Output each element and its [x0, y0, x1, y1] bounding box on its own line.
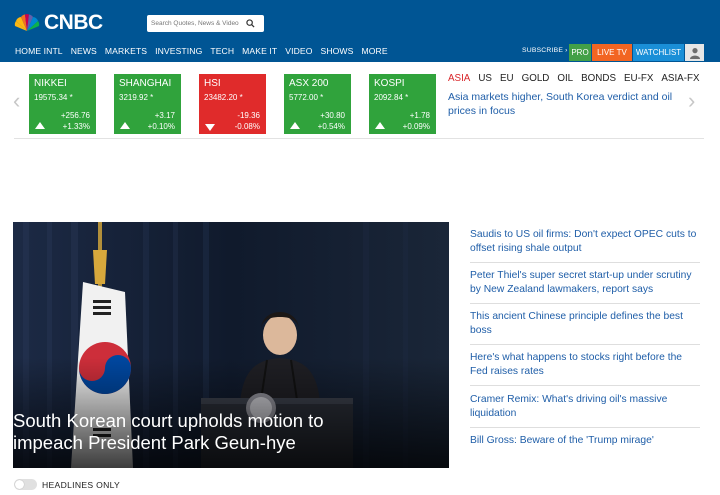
headline-link[interactable]: Here's what happens to stocks right befo…	[470, 351, 700, 379]
ticker-change: +256.76	[60, 111, 90, 120]
nav-item-investing[interactable]: INVESTING	[155, 46, 202, 56]
divider	[14, 138, 704, 139]
headline-link[interactable]: Saudis to US oil firms: Don't expect OPE…	[470, 228, 700, 256]
ticker-price: 2092.84 *	[374, 93, 409, 102]
ticker-asx-200[interactable]: ASX 200 5772.00 * +30.80 +0.54%	[284, 74, 351, 134]
tab-us[interactable]: US	[478, 73, 492, 84]
search-input[interactable]	[147, 16, 243, 31]
headline-link[interactable]: Bill Gross: Beware of the 'Trump mirage'	[470, 434, 700, 448]
cnbc-logo[interactable]: CNBC	[12, 11, 103, 35]
divider	[470, 262, 700, 263]
live-tv-button[interactable]: LIVE TV	[592, 44, 632, 61]
ticker-price: 3219.92 *	[119, 93, 154, 102]
watchlist-button[interactable]: WATCHLIST	[633, 44, 684, 61]
headline-link[interactable]: Peter Thiel's super secret start-up unde…	[470, 269, 700, 297]
headline-link[interactable]: This ancient Chinese principle defines t…	[470, 310, 700, 338]
ticker-name: KOSPI	[374, 78, 405, 89]
ticker-name: HSI	[204, 78, 221, 89]
pro-button[interactable]: PRO	[569, 44, 591, 61]
nav-item-markets[interactable]: MARKETS	[105, 46, 147, 56]
ticker-kospi[interactable]: KOSPI 2092.84 * +1.78 +0.09%	[369, 74, 436, 134]
ticker-nikkei[interactable]: NIKKEI 19575.34 * +256.76 +1.33%	[29, 74, 96, 134]
tab-oil[interactable]: OIL	[557, 73, 573, 84]
tab-eu-fx[interactable]: EU-FX	[624, 73, 653, 84]
tab-asia[interactable]: ASIA	[448, 73, 470, 84]
tab-asia-fx[interactable]: ASIA-FX	[661, 73, 699, 84]
ticker-change: -19.36	[237, 111, 260, 120]
peacock-logo-icon	[14, 14, 40, 31]
ticker-name: NIKKEI	[34, 78, 67, 89]
ticker-shanghai[interactable]: SHANGHAI 3219.92 * +3.17 +0.10%	[114, 74, 181, 134]
ticker-percent: +0.09%	[402, 122, 430, 131]
market-headline-link[interactable]: Asia markets higher, South Korea verdict…	[448, 90, 686, 118]
tab-eu[interactable]: EU	[500, 73, 514, 84]
market-region-tabs: ASIA US EU GOLD OIL BONDS EU-FX ASIA-FX	[448, 73, 708, 84]
ticker-price: 19575.34 *	[34, 93, 73, 102]
nav-item-news[interactable]: NEWS	[71, 46, 97, 56]
up-arrow-icon	[35, 122, 45, 129]
nav-item-home-intl[interactable]: HOME INTL	[15, 46, 63, 56]
up-arrow-icon	[290, 122, 300, 129]
up-arrow-icon	[120, 122, 130, 129]
ticker-name: SHANGHAI	[119, 78, 172, 89]
ticker-percent: +1.33%	[62, 122, 90, 131]
ticker-percent: -0.08%	[234, 122, 260, 131]
ticker-price: 5772.00 *	[289, 93, 324, 102]
divider	[470, 303, 700, 304]
user-icon	[689, 47, 700, 59]
ticker-change: +1.78	[409, 111, 430, 120]
toggle-knob	[15, 480, 24, 489]
ticker-hsi[interactable]: HSI 23482.20 * -19.36 -0.08%	[199, 74, 266, 134]
markets-next-arrow[interactable]: ›	[688, 88, 695, 114]
main-nav: HOME INTL NEWS MARKETS INVESTING TECH MA…	[15, 46, 396, 56]
down-arrow-icon	[205, 124, 215, 131]
ticker-price: 23482.20 *	[204, 93, 243, 102]
ticker-name: ASX 200	[289, 78, 329, 89]
nav-item-video[interactable]: VIDEO	[285, 46, 312, 56]
tab-bonds[interactable]: BONDS	[581, 73, 616, 84]
logo-wordmark: CNBC	[44, 11, 103, 34]
divider	[470, 427, 700, 428]
hero-headline[interactable]: South Korean court upholds motion to imp…	[13, 410, 393, 454]
nav-item-tech[interactable]: TECH	[210, 46, 234, 56]
headlines-only-toggle[interactable]	[14, 479, 37, 490]
headline-link[interactable]: Cramer Remix: What's driving oil's massi…	[470, 393, 700, 421]
divider	[470, 385, 700, 386]
ticker-percent: +0.10%	[147, 122, 175, 131]
ticker-change: +3.17	[154, 111, 175, 120]
divider	[470, 344, 700, 345]
nav-item-more[interactable]: MORE	[361, 46, 387, 56]
headlines-only-label[interactable]: HEADLINES ONLY	[42, 480, 120, 490]
top-navigation-bar: CNBC HOME INTL NEWS MARKETS INVESTING TE…	[0, 0, 720, 62]
nav-item-make-it[interactable]: MAKE IT	[242, 46, 277, 56]
subscribe-link[interactable]: SUBSCRIBE ›	[522, 47, 568, 54]
search-box[interactable]	[147, 15, 264, 32]
ticker-change: +30.80	[320, 111, 345, 120]
ticker-percent: +0.54%	[317, 122, 345, 131]
user-account-button[interactable]	[685, 44, 704, 61]
up-arrow-icon	[375, 122, 385, 129]
tab-gold[interactable]: GOLD	[522, 73, 550, 84]
nav-item-shows[interactable]: SHOWS	[321, 46, 354, 56]
markets-prev-arrow[interactable]: ‹	[13, 88, 20, 114]
search-icon[interactable]	[243, 17, 257, 31]
